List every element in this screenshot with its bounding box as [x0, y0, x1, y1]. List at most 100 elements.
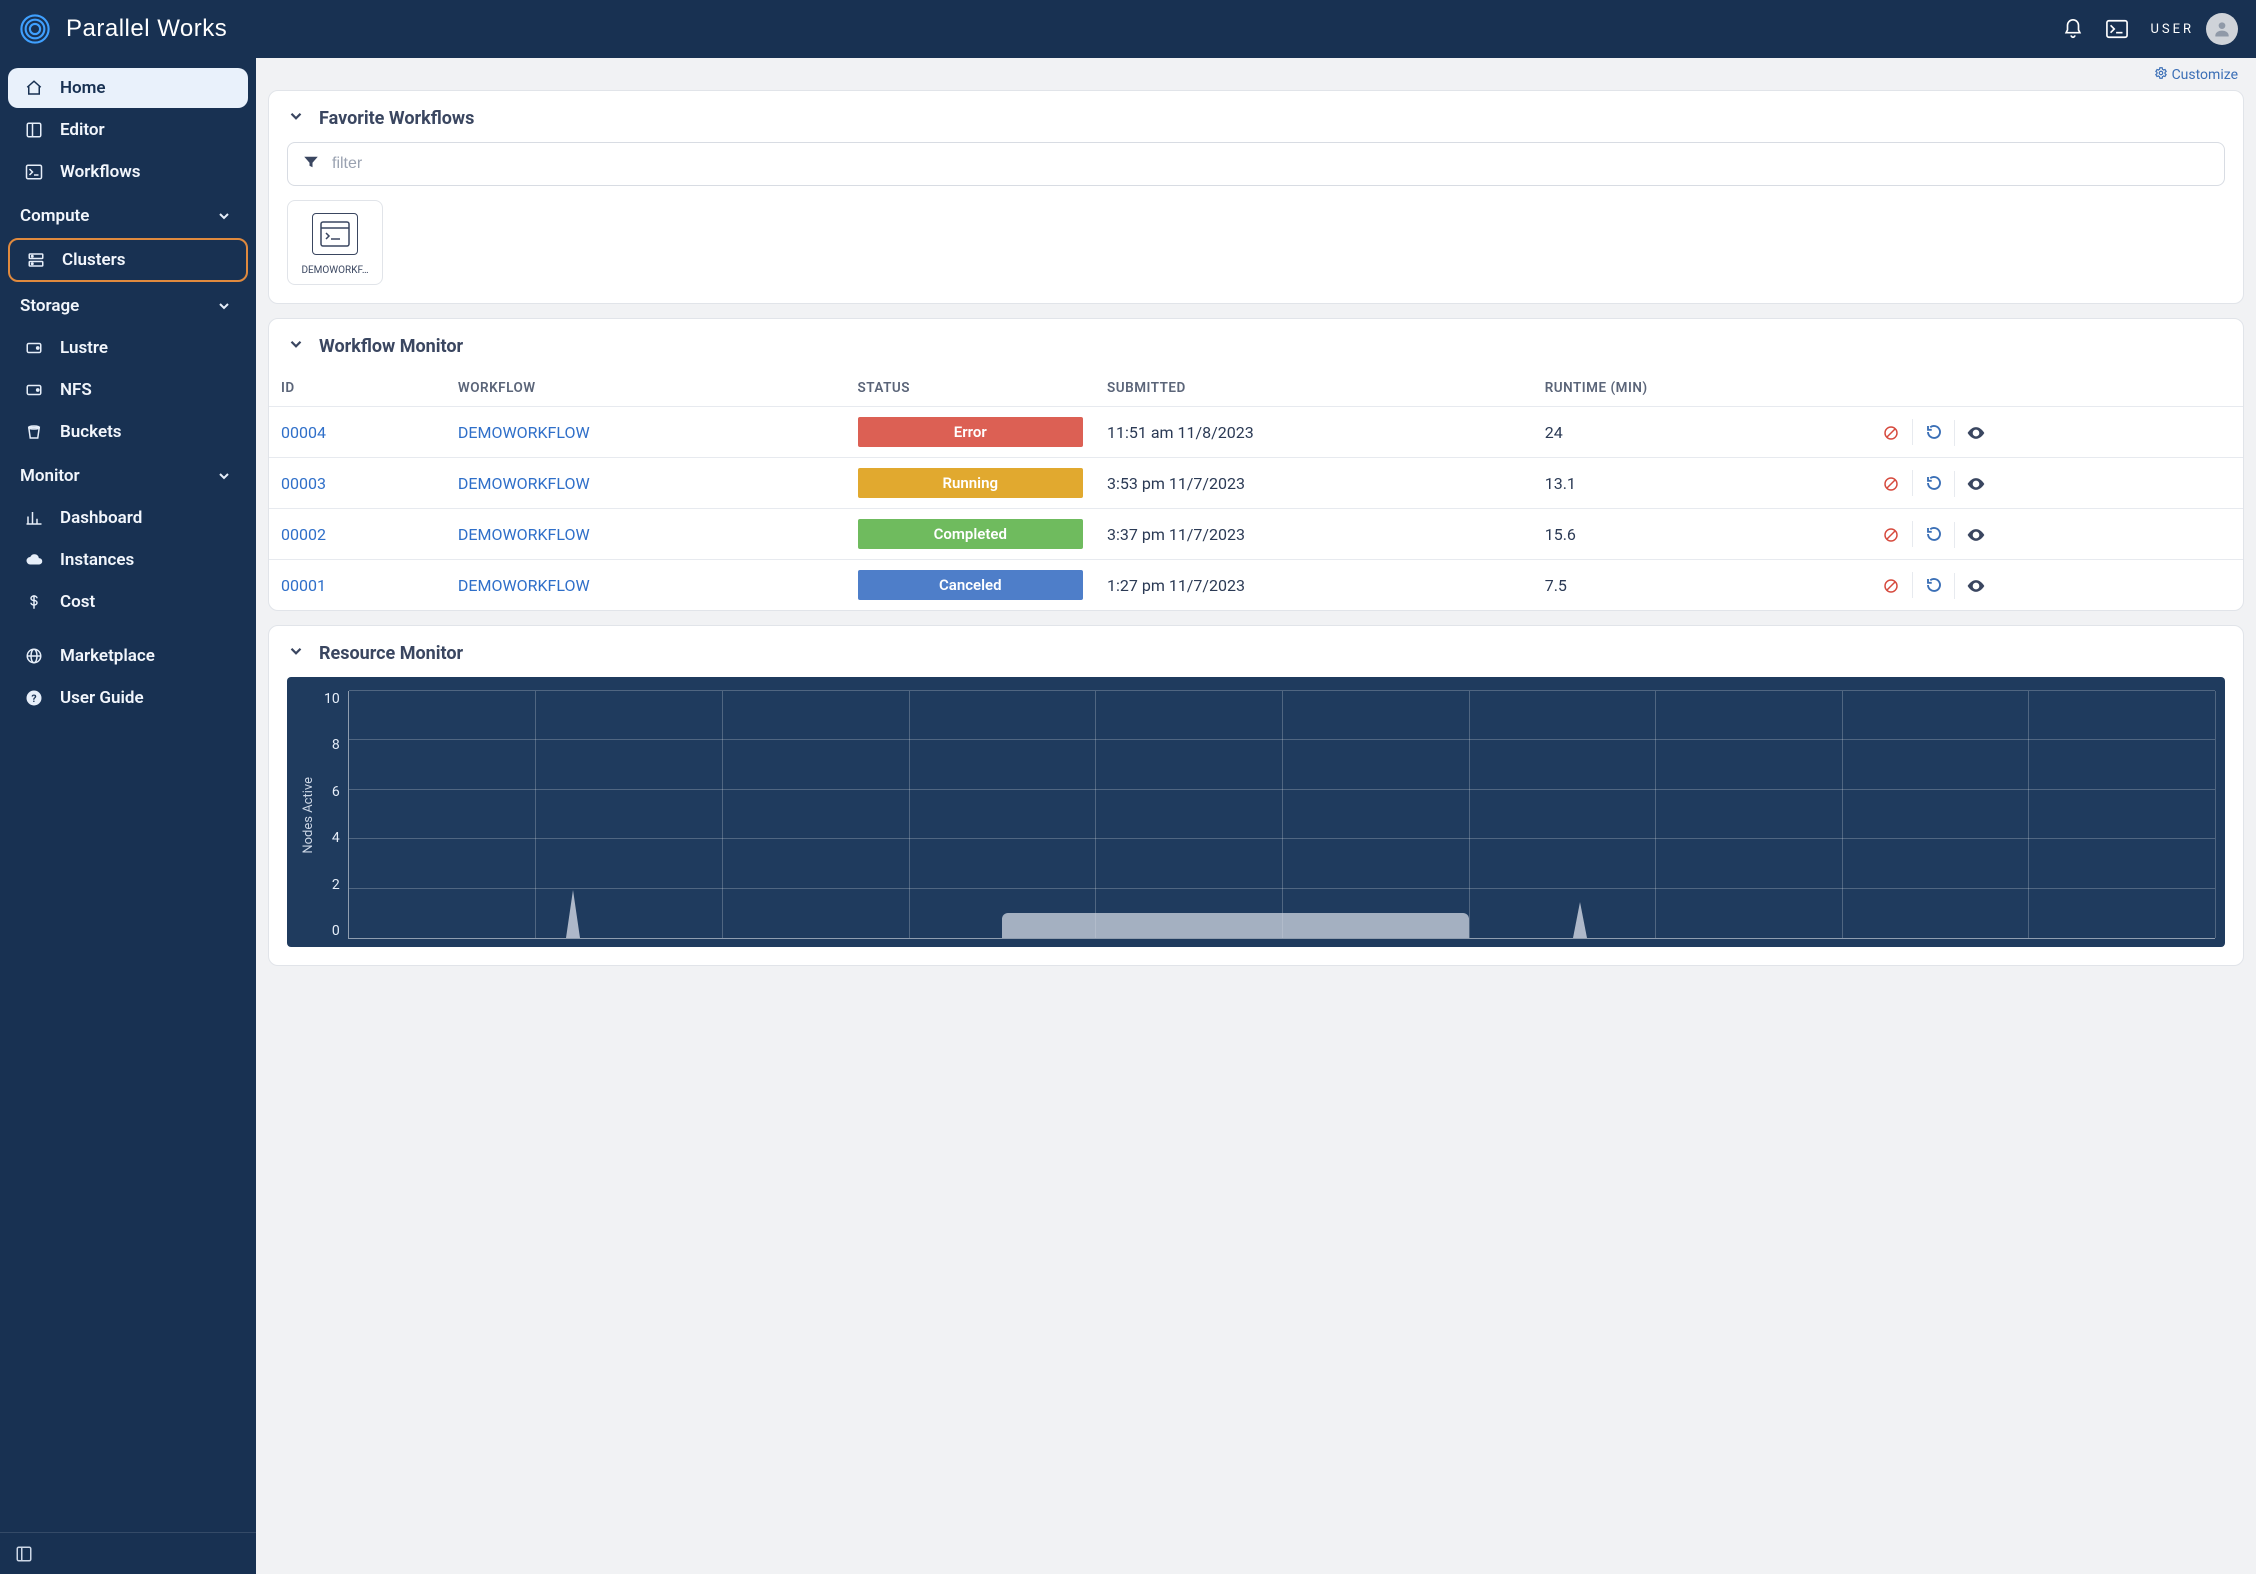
table-header: ID	[269, 370, 446, 407]
chevron-down-icon[interactable]	[287, 107, 305, 130]
workflow-id-link[interactable]: 00001	[269, 560, 446, 611]
filter-input-wrap	[287, 142, 2225, 186]
retry-icon[interactable]	[1912, 521, 1954, 547]
chart-spike	[1573, 902, 1587, 938]
ytick-label: 10	[324, 691, 340, 707]
sidebar-item-label: Workflows	[60, 162, 141, 182]
avatar-icon	[2206, 13, 2238, 45]
sidebar-item-home[interactable]: Home	[8, 68, 248, 108]
collapse-sidebar-icon[interactable]	[14, 1544, 34, 1564]
sidebar-section-monitor[interactable]: Monitor	[8, 456, 248, 496]
chevron-down-icon	[216, 298, 232, 314]
runtime-cell: 13.1	[1533, 458, 1859, 509]
view-icon[interactable]	[1954, 420, 1996, 446]
resource-monitor-title: Resource Monitor	[319, 643, 463, 664]
sidebar-item-cost[interactable]: Cost	[8, 582, 248, 622]
filter-input[interactable]	[332, 155, 2210, 173]
sidebar-item-label: Editor	[60, 120, 105, 140]
chevron-down-icon[interactable]	[287, 335, 305, 358]
ytick-label: 6	[332, 784, 340, 800]
retry-icon[interactable]	[1912, 419, 1954, 445]
workflow-id-link[interactable]: 00004	[269, 407, 446, 458]
view-icon[interactable]	[1954, 522, 1996, 548]
sidebar-item-label: Lustre	[60, 338, 108, 358]
status-badge: Running	[858, 468, 1084, 498]
ytick-label: 0	[332, 923, 340, 939]
status-cell: Error	[846, 407, 1096, 458]
favorite-card[interactable]: DEMOWORKF…	[287, 200, 383, 285]
retry-icon[interactable]	[1912, 470, 1954, 496]
sidebar-item-nfs[interactable]: NFS	[8, 370, 248, 410]
brand-logo-icon	[18, 12, 52, 46]
table-row: 00003DEMOWORKFLOWRunning3:53 pm 11/7/202…	[269, 458, 2243, 509]
sidebar-item-editor[interactable]: Editor	[8, 110, 248, 150]
workflow-name-link[interactable]: DEMOWORKFLOW	[446, 560, 846, 611]
cancel-icon[interactable]	[1870, 522, 1912, 548]
chevron-down-icon	[216, 208, 232, 224]
status-badge: Error	[858, 417, 1084, 447]
sidebar-item-label: Clusters	[62, 250, 125, 270]
workflow-name-link[interactable]: DEMOWORKFLOW	[446, 458, 846, 509]
main: Customize Favorite Workflows	[256, 58, 2256, 1574]
table-header: SUBMITTED	[1095, 370, 1533, 407]
workflow-id-link[interactable]: 00002	[269, 509, 446, 560]
cancel-icon[interactable]	[1870, 420, 1912, 446]
username-label: USER	[2150, 22, 2194, 37]
table-row: 00001DEMOWORKFLOWCanceled1:27 pm 11/7/20…	[269, 560, 2243, 611]
topbar-right: USER	[2062, 13, 2238, 45]
filter-icon	[302, 153, 320, 175]
status-cell: Canceled	[846, 560, 1096, 611]
sidebar-item-label: Marketplace	[60, 646, 155, 666]
table-row: 00002DEMOWORKFLOWCompleted3:37 pm 11/7/2…	[269, 509, 2243, 560]
disk-icon	[24, 338, 44, 358]
chevron-down-icon	[216, 468, 232, 484]
sidebar-item-workflows[interactable]: Workflows	[8, 152, 248, 192]
sidebar-item-buckets[interactable]: Buckets	[8, 412, 248, 452]
sidebar-item-lustre[interactable]: Lustre	[8, 328, 248, 368]
ytick-label: 2	[332, 877, 340, 893]
workflow-name-link[interactable]: DEMOWORKFLOW	[446, 407, 846, 458]
table-row: 00004DEMOWORKFLOW Error 11:51 am 11/8/2023…	[269, 407, 2243, 458]
workflow-monitor-panel: Workflow Monitor IDWORKFLOWSTATUSSUBMITT…	[268, 318, 2244, 611]
bell-icon[interactable]	[2062, 18, 2084, 40]
sidebar-section-label: Compute	[20, 206, 89, 226]
customize-label: Customize	[2172, 67, 2238, 83]
chart-spike	[566, 890, 580, 938]
sidebar-item-marketplace[interactable]: Marketplace	[8, 636, 248, 676]
sidebar-item-instances[interactable]: Instances	[8, 540, 248, 580]
help-icon: ?	[24, 688, 44, 708]
ytick-label: 8	[332, 737, 340, 753]
sidebar-section-label: Monitor	[20, 466, 80, 486]
sidebar-item-clusters[interactable]: Clusters	[8, 238, 248, 282]
retry-icon[interactable]	[1912, 572, 1954, 598]
view-icon[interactable]	[1954, 471, 1996, 497]
layout-icon	[24, 120, 44, 140]
chevron-down-icon[interactable]	[287, 642, 305, 665]
brand-name: Parallel Works	[66, 15, 227, 43]
sidebar-section-storage[interactable]: Storage	[8, 286, 248, 326]
table-header-actions	[1858, 370, 2243, 407]
view-icon[interactable]	[1954, 573, 1996, 599]
workflow-id-link[interactable]: 00003	[269, 458, 446, 509]
submitted-cell: 11:51 am 11/8/2023	[1095, 407, 1533, 458]
cancel-icon[interactable]	[1870, 471, 1912, 497]
sidebar-item-dashboard[interactable]: Dashboard	[8, 498, 248, 538]
sidebar-section-compute[interactable]: Compute	[8, 196, 248, 236]
status-cell: Completed	[846, 509, 1096, 560]
sidebar-footer	[0, 1532, 256, 1574]
sidebar-item-userguide[interactable]: ? User Guide	[8, 678, 248, 718]
workflow-table: IDWORKFLOWSTATUSSUBMITTEDRUNTIME (MIN) 0…	[269, 370, 2243, 610]
runtime-cell: 7.5	[1533, 560, 1859, 611]
table-header: STATUS	[846, 370, 1096, 407]
topbar-user[interactable]: USER	[2150, 13, 2238, 45]
workflow-name-link[interactable]: DEMOWORKFLOW	[446, 509, 846, 560]
terminal-icon[interactable]	[2106, 18, 2128, 40]
submitted-cell: 3:37 pm 11/7/2023	[1095, 509, 1533, 560]
brand: Parallel Works	[18, 12, 227, 46]
cloud-icon	[24, 550, 44, 570]
customize-link[interactable]: Customize	[2154, 66, 2238, 84]
sidebar-item-label: User Guide	[60, 688, 144, 708]
cancel-icon[interactable]	[1870, 573, 1912, 599]
sidebar-item-label: Cost	[60, 592, 95, 612]
table-header: WORKFLOW	[446, 370, 846, 407]
